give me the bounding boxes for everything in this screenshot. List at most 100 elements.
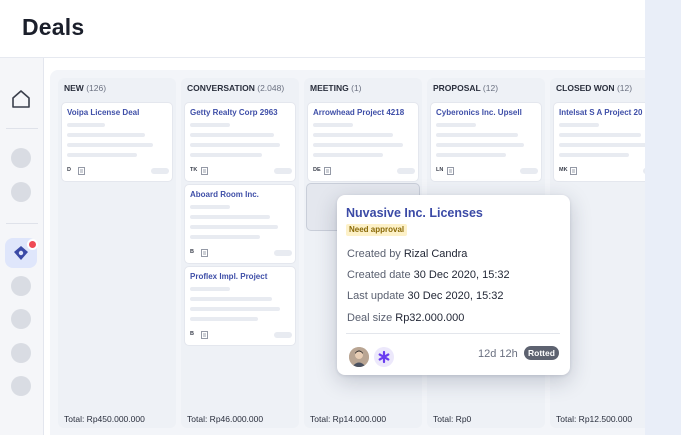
sidebar-item-deals[interactable] xyxy=(5,238,38,268)
divider xyxy=(346,333,560,334)
placeholder-line xyxy=(67,143,153,147)
sidebar-item[interactable] xyxy=(11,309,31,329)
deal-title[interactable]: Nuvasive Inc. Licenses xyxy=(346,206,483,220)
deal-title[interactable]: Proflex Impl. Project xyxy=(190,272,295,281)
placeholder-line xyxy=(559,133,641,137)
deal-card[interactable]: Intelsat S A Project 20 MK xyxy=(553,102,645,182)
column-header: PROPOSAL (12) xyxy=(433,83,499,93)
placeholder-line xyxy=(559,123,599,127)
placeholder-line xyxy=(190,317,258,321)
placeholder-line xyxy=(190,205,230,209)
placeholder-line xyxy=(313,143,403,147)
deal-title[interactable]: Aboard Room Inc. xyxy=(190,190,295,199)
owner-initials: B xyxy=(190,331,194,337)
sidebar-item[interactable] xyxy=(11,148,31,168)
placeholder-line xyxy=(313,123,353,127)
placeholder-line xyxy=(436,133,518,137)
home-icon[interactable] xyxy=(10,88,32,110)
star-icon[interactable] xyxy=(374,347,394,367)
sidebar-divider xyxy=(6,128,38,129)
document-icon xyxy=(447,167,454,175)
status-pill xyxy=(397,168,415,174)
owner-initials: D xyxy=(67,167,71,173)
deal-title[interactable]: Cyberonics Inc. Upsell xyxy=(436,108,541,117)
document-icon xyxy=(201,167,208,175)
deal-card[interactable]: Cyberonics Inc. Upsell LN xyxy=(430,102,542,182)
deal-card[interactable]: Getty Realty Corp 2963 TK xyxy=(184,102,296,182)
placeholder-line xyxy=(190,215,270,219)
column-header: CONVERSATION (2.048) xyxy=(187,83,285,93)
document-icon xyxy=(201,331,208,339)
document-icon xyxy=(78,167,85,175)
card-footer: B xyxy=(190,331,292,341)
column-header: CLOSED WON (12) xyxy=(556,83,633,93)
card-footer: LN xyxy=(436,167,538,177)
deal-title[interactable]: Arrowhead Project 4218 xyxy=(313,108,418,117)
deal-title[interactable]: Getty Realty Corp 2963 xyxy=(190,108,295,117)
placeholder-line xyxy=(436,153,506,157)
column-total: Total: Rp12.500.000 xyxy=(556,414,633,424)
column-new: NEW (126) Voipa License Deal D Total: Rp… xyxy=(58,78,176,428)
sidebar-divider xyxy=(6,223,38,224)
placeholder-line xyxy=(67,123,105,127)
placeholder-line xyxy=(559,143,645,147)
deal-age: 12d 12h xyxy=(478,348,518,360)
deal-card[interactable]: Aboard Room Inc. B xyxy=(184,184,296,264)
owner-initials: DE xyxy=(313,167,321,173)
placeholder-line xyxy=(67,153,137,157)
placeholder-line xyxy=(190,307,280,311)
placeholder-line xyxy=(190,287,230,291)
status-pill xyxy=(520,168,538,174)
card-footer: D xyxy=(67,167,169,177)
sidebar xyxy=(0,58,44,435)
placeholder-line xyxy=(190,235,260,239)
sidebar-item[interactable] xyxy=(11,376,31,396)
placeholder-line xyxy=(190,123,230,127)
page-header: Deals xyxy=(0,0,645,58)
page-title: Deals xyxy=(22,14,85,40)
column-total: Total: Rp46.000.000 xyxy=(187,414,264,424)
placeholder-line xyxy=(190,143,280,147)
placeholder-line xyxy=(313,153,383,157)
sidebar-item[interactable] xyxy=(11,343,31,363)
background-panel xyxy=(645,0,681,435)
placeholder-line xyxy=(190,297,272,301)
placeholder-line xyxy=(67,133,145,137)
deal-preview-popover[interactable]: Nuvasive Inc. Licenses Need approval Cre… xyxy=(337,195,570,375)
placeholder-line xyxy=(436,123,476,127)
document-icon xyxy=(324,167,331,175)
deal-card[interactable]: Proflex Impl. Project B xyxy=(184,266,296,346)
placeholder-line xyxy=(559,153,629,157)
placeholder-line xyxy=(190,225,278,229)
column-conversation: CONVERSATION (2.048) Getty Realty Corp 2… xyxy=(181,78,299,428)
created-date-row: Created date 30 Dec 2020, 15:32 xyxy=(347,269,510,281)
status-pill xyxy=(274,168,292,174)
column-total: Total: Rp14.000.000 xyxy=(310,414,387,424)
avatar[interactable] xyxy=(349,347,369,367)
deal-card[interactable]: Arrowhead Project 4218 DE xyxy=(307,102,419,182)
document-icon xyxy=(201,249,208,257)
card-footer: TK xyxy=(190,167,292,177)
owner-initials: LN xyxy=(436,167,444,173)
status-pill xyxy=(643,168,645,174)
column-header: MEETING (1) xyxy=(310,83,362,93)
sidebar-item[interactable] xyxy=(11,276,31,296)
notification-badge xyxy=(27,239,38,250)
placeholder-line xyxy=(436,143,524,147)
column-header: NEW (126) xyxy=(64,83,107,93)
status-pill xyxy=(274,332,292,338)
deal-title[interactable]: Voipa License Deal xyxy=(67,108,172,117)
sidebar-item[interactable] xyxy=(11,182,31,202)
approval-tag: Need approval xyxy=(346,224,408,236)
deal-card[interactable]: Voipa License Deal D xyxy=(61,102,173,182)
owner-initials: B xyxy=(190,249,194,255)
column-total: Total: Rp0 xyxy=(433,414,472,424)
last-update-row: Last update 30 Dec 2020, 15:32 xyxy=(347,290,504,302)
status-badge: Rotted xyxy=(524,346,559,360)
deal-title[interactable]: Intelsat S A Project 20 xyxy=(559,108,645,117)
placeholder-line xyxy=(190,153,262,157)
document-icon xyxy=(570,167,577,175)
card-footer: DE xyxy=(313,167,415,177)
card-footer: MK xyxy=(559,167,645,177)
card-footer: B xyxy=(190,249,292,259)
